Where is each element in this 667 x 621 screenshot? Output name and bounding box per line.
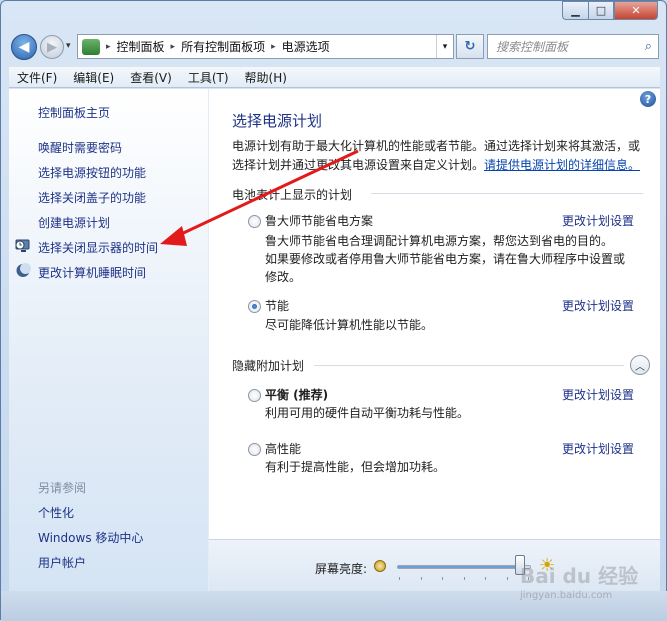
menu-bar: 文件(F) 编辑(E) 查看(V) 工具(T) 帮助(H) bbox=[9, 67, 660, 88]
search-icon[interactable]: ⌕ bbox=[645, 39, 652, 54]
section-divider bbox=[314, 365, 624, 366]
brightness-slider-fill bbox=[398, 566, 520, 568]
sidebar: 控制面板主页 唤醒时需要密码 选择电源按钮的功能 选择关闭盖子的功能 创建电源计… bbox=[9, 89, 209, 591]
brightness-label: 屏幕亮度: bbox=[315, 562, 368, 576]
breadcrumb-control-panel[interactable]: 控制面板 bbox=[117, 38, 165, 55]
plan-radio-high-performance[interactable] bbox=[248, 443, 261, 456]
plan-name-power-saver[interactable]: 节能 bbox=[265, 297, 289, 314]
menu-file[interactable]: 文件(F) bbox=[9, 69, 65, 86]
slider-tick bbox=[463, 577, 465, 580]
section-hidden-plans: 隐藏附加计划 bbox=[232, 359, 305, 373]
control-panel-icon bbox=[82, 38, 100, 55]
forward-button[interactable]: ▶ bbox=[40, 35, 64, 59]
back-button[interactable]: ◀ bbox=[11, 34, 37, 60]
help-icon[interactable]: ? bbox=[640, 91, 656, 107]
caption-buttons: ▁ □ ✕ bbox=[562, 1, 658, 20]
moon-icon bbox=[16, 263, 31, 277]
change-plan-link-power-saver[interactable]: 更改计划设置 bbox=[562, 297, 634, 314]
sidebar-item-personalization[interactable]: 个性化 bbox=[38, 504, 74, 521]
minimize-button[interactable]: ▁ bbox=[562, 1, 588, 20]
plan-desc-power-saver: 尽可能降低计算机性能以节能。 bbox=[265, 318, 434, 332]
plan-name-high-performance[interactable]: 高性能 bbox=[265, 440, 301, 457]
maximize-button[interactable]: □ bbox=[588, 1, 614, 20]
sidebar-item-display-off[interactable]: 选择关闭显示器的时间 bbox=[38, 239, 158, 256]
plan-desc-line: 如果要修改或者停用鲁大师节能省电方案，请在鲁大师程序中设置或修改。 bbox=[265, 252, 626, 284]
sidebar-item-wake-password[interactable]: 唤醒时需要密码 bbox=[38, 139, 122, 156]
breadcrumb-power-options[interactable]: 电源选项 bbox=[282, 38, 330, 55]
plan-radio-ludashi[interactable] bbox=[248, 215, 261, 228]
slider-tick bbox=[485, 577, 486, 580]
breadcrumb-all-items[interactable]: 所有控制面板项 bbox=[181, 38, 265, 55]
change-plan-link-balanced[interactable]: 更改计划设置 bbox=[562, 386, 634, 403]
sidebar-item-lid-close[interactable]: 选择关闭盖子的功能 bbox=[38, 189, 146, 206]
page-title: 选择电源计划 bbox=[232, 112, 323, 130]
chevron-right-icon[interactable]: ▸ bbox=[106, 42, 111, 52]
section-battery-plans: 电池表计上显示的计划 bbox=[232, 188, 353, 202]
slider-tick bbox=[506, 577, 508, 580]
address-bar[interactable]: ▸ 控制面板 ▸ 所有控制面板项 ▸ 电源选项 ▾ bbox=[77, 34, 454, 59]
chevron-right-icon[interactable]: ▸ bbox=[271, 42, 276, 52]
brightness-slider[interactable] bbox=[397, 565, 531, 569]
plan-desc-high-performance: 有利于提高性能，但会增加功耗。 bbox=[265, 460, 446, 474]
sidebar-item-mobility-center[interactable]: Windows 移动中心 bbox=[38, 529, 143, 546]
monitor-clock-icon bbox=[15, 239, 30, 252]
refresh-button[interactable]: ↻ bbox=[456, 34, 484, 59]
control-panel-window: ▁ □ ✕ ◀ ▶ ▾ ▸ 控制面板 ▸ 所有控制面板项 ▸ 电源选项 ▾ ↻ … bbox=[0, 0, 667, 621]
plan-details-link[interactable]: 请提供电源计划的详细信息。 bbox=[484, 158, 640, 172]
slider-tick bbox=[442, 577, 443, 580]
plan-name-ludashi[interactable]: 鲁大师节能省电方案 bbox=[265, 212, 373, 229]
sidebar-item-user-accounts[interactable]: 用户帐户 bbox=[38, 554, 86, 571]
plan-radio-power-saver[interactable] bbox=[248, 300, 261, 313]
close-button[interactable]: ✕ bbox=[614, 1, 658, 20]
collapse-button[interactable]: ︿ bbox=[630, 355, 650, 375]
plan-radio-balanced[interactable] bbox=[248, 389, 261, 402]
sidebar-item-power-button[interactable]: 选择电源按钮的功能 bbox=[38, 164, 146, 181]
plan-desc-balanced: 利用可用的硬件自动平衡功耗与性能。 bbox=[265, 406, 470, 420]
search-input[interactable]: 搜索控制面板 bbox=[496, 38, 568, 55]
slider-ticks bbox=[399, 577, 529, 580]
baidu-watermark: Bai du 经验 bbox=[520, 564, 639, 588]
change-plan-link-ludashi[interactable]: 更改计划设置 bbox=[562, 212, 634, 229]
section-divider bbox=[371, 193, 643, 194]
content-area: 控制面板主页 唤醒时需要密码 选择电源按钮的功能 选择关闭盖子的功能 创建电源计… bbox=[9, 89, 660, 591]
sidebar-item-sleep-time[interactable]: 更改计算机睡眠时间 bbox=[38, 264, 146, 281]
menu-tools[interactable]: 工具(T) bbox=[180, 69, 237, 86]
slider-tick bbox=[420, 577, 422, 580]
sidebar-item-home[interactable]: 控制面板主页 bbox=[38, 104, 110, 121]
recent-pages-dropdown[interactable]: ▾ bbox=[66, 41, 71, 51]
menu-view[interactable]: 查看(V) bbox=[122, 69, 180, 86]
plan-desc-ludashi: 鲁大师节能省电合理调配计算机电源方案，帮您达到省电的目的。 如果要修改或者停用鲁… bbox=[265, 232, 635, 286]
navigation-bar: ◀ ▶ ▾ ▸ 控制面板 ▸ 所有控制面板项 ▸ 电源选项 ▾ ↻ 搜索控制面板… bbox=[9, 31, 660, 63]
menu-edit[interactable]: 编辑(E) bbox=[65, 69, 122, 86]
see-also-heading: 另请参阅 bbox=[38, 481, 87, 495]
plan-name-balanced[interactable]: 平衡 (推荐) bbox=[265, 386, 328, 403]
baidu-watermark-url: jingyan.baidu.com bbox=[520, 590, 613, 601]
change-plan-link-high-performance[interactable]: 更改计划设置 bbox=[562, 440, 634, 457]
intro-text: 电源计划有助于最大化计算机的性能或者节能。通过选择计划来将其激活，或选择计划并通… bbox=[232, 137, 647, 175]
dim-brightness-icon bbox=[374, 560, 386, 572]
chevron-right-icon[interactable]: ▸ bbox=[171, 42, 176, 52]
menu-help[interactable]: 帮助(H) bbox=[237, 69, 295, 86]
sidebar-item-create-plan[interactable]: 创建电源计划 bbox=[38, 214, 110, 231]
plan-desc-line: 鲁大师节能省电合理调配计算机电源方案，帮您达到省电的目的。 bbox=[265, 234, 614, 248]
address-dropdown-icon[interactable]: ▾ bbox=[436, 35, 453, 58]
main-panel: ? 选择电源计划 电源计划有助于最大化计算机的性能或者节能。通过选择计划来将其激… bbox=[209, 89, 660, 539]
slider-tick bbox=[399, 577, 400, 580]
search-box[interactable]: 搜索控制面板 ⌕ bbox=[487, 34, 659, 59]
